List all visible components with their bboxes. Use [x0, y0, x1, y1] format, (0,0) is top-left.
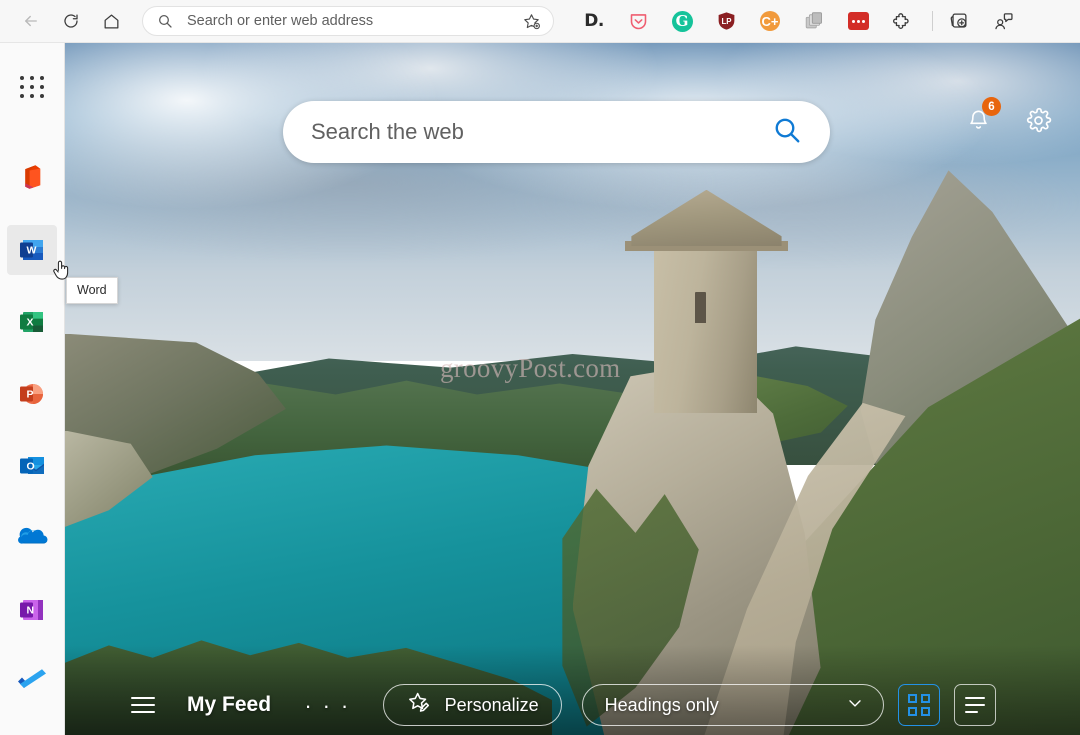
svg-text:P: P [27, 389, 34, 401]
list-view-icon [964, 696, 985, 714]
back-button[interactable] [14, 4, 48, 38]
shield-lp-icon: LP [718, 12, 734, 30]
honey-glyph: C+ [760, 11, 780, 31]
photo-tower-window [695, 292, 707, 323]
sidebar-item-office[interactable] [7, 153, 57, 203]
toolbar-divider [932, 11, 933, 31]
grammarly-glyph: G [671, 10, 693, 32]
home-button[interactable] [94, 4, 128, 38]
chevron-down-icon [845, 693, 865, 718]
outlook-icon: O [20, 457, 44, 474]
grid-view-icon [907, 694, 930, 716]
svg-text:W: W [27, 245, 37, 257]
layout-dropdown-value: Headings only [604, 694, 719, 715]
notifications-button[interactable]: 6 [958, 97, 1001, 140]
add-favorite-star-icon[interactable] [522, 12, 541, 31]
waffle-grid-icon [19, 76, 45, 98]
powerpoint-icon: P [20, 384, 43, 404]
onenote-icon: N [20, 600, 43, 620]
svg-text:X: X [27, 317, 34, 329]
grammarly-icon[interactable]: G [666, 5, 698, 37]
pages-stack-icon [805, 12, 822, 29]
sidebar-item-excel[interactable]: X [7, 297, 57, 347]
star-pencil-icon [406, 690, 431, 720]
home-icon [104, 14, 118, 28]
duckduckgo-glyph: D. [584, 11, 604, 31]
page-top-right-controls: 6 [958, 97, 1058, 140]
collections-button[interactable] [943, 5, 975, 37]
honey-icon[interactable]: C+ [754, 5, 786, 37]
feed-menu-button[interactable] [131, 690, 161, 720]
shield-chevron-icon [630, 13, 646, 29]
office-icon [25, 165, 41, 189]
gear-icon [1026, 107, 1051, 132]
page-settings-button[interactable] [1018, 100, 1058, 140]
sidebar-item-todo[interactable] [7, 657, 57, 707]
grid-view-button[interactable] [897, 684, 940, 726]
clipboard-extension-icon[interactable] [798, 5, 830, 37]
onedrive-cloud-icon [18, 527, 48, 544]
app-launcher-button[interactable] [10, 65, 54, 109]
browser-essentials-button[interactable] [987, 5, 1019, 37]
excel-icon: X [20, 312, 43, 332]
address-bar-placeholder: Search or enter web address [187, 13, 374, 29]
feed-more-button[interactable]: . . . [305, 690, 351, 714]
back-arrow-icon [25, 15, 37, 27]
notification-badge: 6 [982, 97, 1001, 116]
search-icon[interactable] [772, 115, 802, 150]
hand-pointer-icon [53, 260, 69, 280]
personalize-label: Personalize [444, 694, 539, 715]
svg-text:O: O [27, 461, 35, 473]
pocket-icon[interactable] [622, 5, 654, 37]
sidebar-item-onedrive[interactable] [7, 513, 57, 563]
sidebar-item-onenote[interactable]: N [7, 585, 57, 635]
lastpass-dots-glyph [847, 12, 869, 30]
web-search-placeholder: Search the web [311, 119, 464, 144]
profile-chat-icon [994, 13, 1013, 30]
extensions-button[interactable] [886, 5, 918, 37]
mouse-cursor [50, 257, 74, 290]
new-tab-page: groovyPost.com Search the web 6 My Feed … [65, 43, 1080, 735]
extension-toolbar: D. G LP C+ [578, 5, 1019, 37]
refresh-icon [64, 14, 78, 28]
svg-text:LP: LP [721, 17, 731, 26]
puzzle-piece-icon [892, 12, 909, 29]
word-icon: W [20, 240, 43, 260]
list-view-button[interactable] [953, 684, 996, 726]
lastpass-icon[interactable] [842, 5, 874, 37]
photo-stone-tower [653, 233, 758, 414]
lastpass-vault-icon[interactable]: LP [710, 5, 742, 37]
collections-icon [950, 13, 967, 28]
feed-title: My Feed [187, 693, 272, 716]
layout-dropdown[interactable]: Headings only [581, 684, 884, 726]
browser-toolbar: Search or enter web address D. G LP C+ [0, 0, 1080, 43]
web-search-box[interactable]: Search the web [283, 101, 830, 163]
browser-window: Search or enter web address D. G LP C+ W… [0, 0, 1080, 735]
sidebar-item-powerpoint[interactable]: P [7, 369, 57, 419]
sidebar-item-outlook[interactable]: O [7, 441, 57, 491]
personalize-button[interactable]: Personalize [382, 684, 562, 726]
todo-check-icon [18, 669, 46, 688]
office-sidebar: W X P O N [0, 43, 65, 735]
svg-text:N: N [27, 605, 35, 617]
duckduckgo-privacy-essentials-icon[interactable]: D. [578, 5, 610, 37]
refresh-button[interactable] [54, 4, 88, 38]
feed-toolbar: My Feed . . . Personalize Headings only [65, 675, 1080, 735]
search-icon [157, 13, 173, 29]
address-bar[interactable]: Search or enter web address [142, 6, 554, 36]
